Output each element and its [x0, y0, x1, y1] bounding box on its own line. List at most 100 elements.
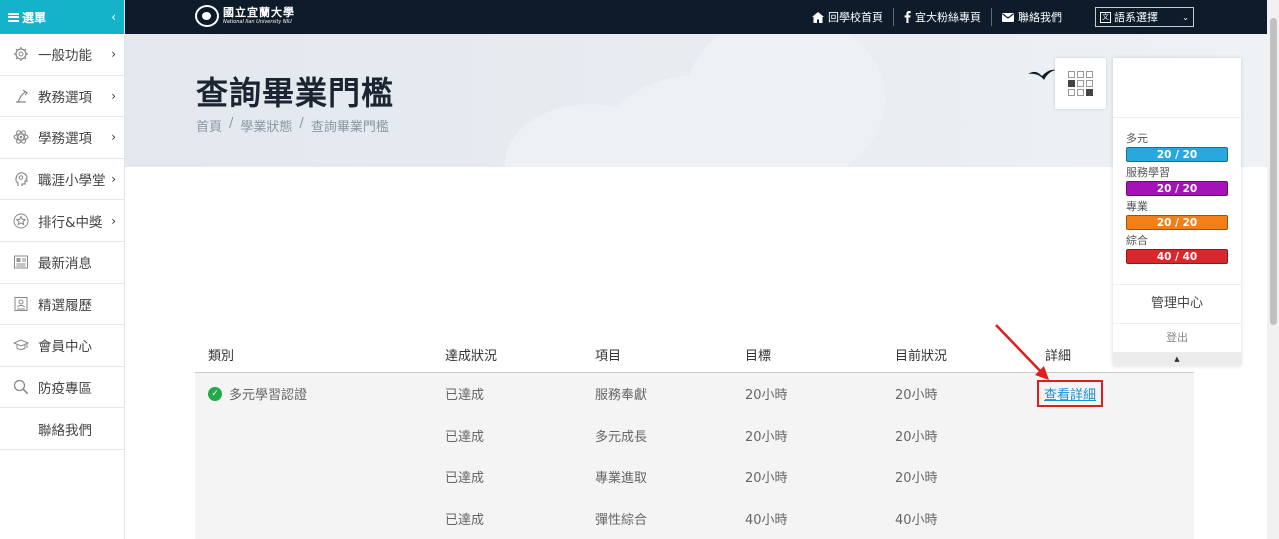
gear-icon: [12, 45, 30, 63]
header-target: 目標: [745, 348, 772, 364]
head-gear-icon: [12, 170, 30, 188]
sidebar-item-news[interactable]: 最新消息: [0, 242, 124, 284]
hamburger-icon: [8, 12, 19, 22]
sidebar-item-label: 一般功能: [38, 48, 92, 65]
sidebar-item-career[interactable]: 職涯小學堂 ›: [0, 159, 124, 201]
scrollbar-thumb[interactable]: [1270, 18, 1277, 325]
magnifier-icon: [12, 378, 30, 396]
graduation-cap-icon: [12, 336, 30, 354]
header-detail: 詳細: [1045, 348, 1072, 364]
panel-avatar-area: [1113, 58, 1241, 118]
newspaper-icon: [12, 253, 30, 271]
breadcrumb-separator: /: [299, 116, 304, 131]
mail-icon: [1002, 12, 1014, 22]
stat-bar-professional: 20 / 20: [1126, 215, 1228, 230]
sidebar-item-label: 精選履歷: [38, 297, 92, 314]
sidebar-item-label: 學務選項: [38, 131, 92, 148]
header-category: 類別: [208, 348, 235, 364]
logo-name: 國立宜蘭大學: [223, 6, 295, 19]
chevron-right-icon: ›: [111, 172, 116, 187]
nav-link-fanpage[interactable]: 宜大粉絲專頁: [894, 8, 992, 26]
chevron-right-icon: ›: [111, 213, 116, 228]
breadcrumb-home[interactable]: 首頁: [196, 116, 222, 135]
atom-icon: [12, 128, 30, 146]
stat-bar-general: 40 / 40: [1126, 249, 1228, 264]
sidebar-item-member[interactable]: 會員中心: [0, 325, 124, 367]
page-title: 查詢畢業門檻: [196, 74, 395, 112]
chevron-right-icon: ›: [111, 88, 116, 103]
current-cell: 20小時: [895, 429, 938, 445]
top-navbar: 國立宜蘭大學 National Ilan University NIU 回學校首…: [125, 0, 1267, 34]
sidebar-title: 選單: [22, 10, 47, 25]
current-cell: 20小時: [895, 471, 938, 487]
nav-link-label: 聯絡我們: [1018, 11, 1062, 24]
sidebar: 選單 ‹ 一般功能 › 教務選項 › 學務選項 › 職涯小學堂 › 排行&中獎: [0, 0, 125, 539]
stat-label-diverse: 多元: [1126, 132, 1148, 145]
sidebar-item-label: 會員中心: [38, 339, 92, 356]
sidebar-header[interactable]: 選單 ‹: [0, 0, 124, 34]
item-cell: 服務奉獻: [595, 388, 648, 404]
status-cell: 已達成: [445, 388, 485, 404]
language-select-value: 語系選擇: [1114, 11, 1158, 24]
nav-link-label: 回學校首頁: [828, 11, 883, 24]
table-row: 已達成 專業進取 20小時 20小時: [195, 456, 1194, 498]
breadcrumb-academic-status[interactable]: 學業狀態: [240, 116, 292, 135]
chevron-down-icon: ⌄: [1182, 12, 1189, 22]
university-logo[interactable]: 國立宜蘭大學 National Ilan University NIU: [195, 5, 295, 27]
item-cell: 彈性綜合: [595, 512, 648, 528]
sidebar-item-ranking[interactable]: 排行&中獎 ›: [0, 200, 124, 242]
facebook-icon: [904, 11, 911, 23]
chevron-right-icon: ›: [111, 130, 116, 145]
item-cell: 專業進取: [595, 471, 648, 487]
nav-link-contact[interactable]: 聯絡我們: [992, 8, 1072, 26]
home-icon: [812, 11, 824, 23]
sidebar-item-epidemic[interactable]: 防疫專區: [0, 367, 124, 409]
page-scrollbar[interactable]: [1267, 0, 1279, 539]
chevron-right-icon: ›: [111, 47, 116, 62]
table-row: 已達成 多元成長 20小時 20小時: [195, 415, 1194, 457]
sidebar-item-label: 最新消息: [38, 256, 92, 273]
sidebar-item-label: 排行&中獎: [38, 214, 103, 231]
sidebar-item-academic[interactable]: 教務選項 ›: [0, 76, 124, 118]
current-cell: 20小時: [895, 388, 938, 404]
sidebar-item-label: 職涯小學堂: [38, 173, 106, 190]
apps-grid-button[interactable]: [1055, 58, 1106, 109]
check-circle-icon: ✓: [208, 386, 222, 401]
nav-link-label: 宜大粉絲專頁: [915, 11, 981, 24]
target-cell: 20小時: [745, 471, 788, 487]
view-details-link[interactable]: 查看詳細: [1037, 380, 1104, 408]
target-cell: 20小時: [745, 429, 788, 445]
language-select[interactable]: 文 語系選擇 ⌄: [1095, 7, 1194, 27]
item-cell: 多元成長: [595, 429, 648, 445]
logo-emblem-icon: [195, 5, 219, 27]
stat-bar-diverse: 20 / 20: [1126, 147, 1228, 162]
sidebar-item-resume[interactable]: 精選履歷: [0, 284, 124, 326]
stat-label-general: 綜合: [1126, 234, 1148, 247]
desk-lamp-icon: [12, 87, 30, 105]
header-item: 項目: [595, 348, 622, 364]
target-cell: 20小時: [745, 388, 788, 404]
breadcrumb-separator: /: [229, 116, 234, 131]
current-cell: 40小時: [895, 512, 938, 528]
status-cell: 已達成: [445, 512, 485, 528]
collapse-chevron-icon[interactable]: ‹: [111, 10, 116, 24]
annotation-arrow-icon: [995, 324, 1049, 380]
stat-bar-service: 20 / 20: [1126, 181, 1228, 196]
logo-subtitle: National Ilan University NIU: [223, 19, 292, 25]
star-badge-icon: [12, 212, 30, 230]
translate-icon: 文: [1100, 11, 1111, 23]
category-name: 多元學習認證: [229, 388, 308, 404]
status-cell: 已達成: [445, 429, 485, 445]
sidebar-item-contact[interactable]: 聯絡我們: [0, 408, 124, 450]
breadcrumb-current: 查詢畢業門檻: [310, 120, 389, 135]
sidebar-item-student-affairs[interactable]: 學務選項 ›: [0, 117, 124, 159]
sidebar-item-label: 防疫專區: [38, 381, 92, 398]
nav-link-school-home[interactable]: 回學校首頁: [802, 8, 894, 26]
sidebar-item-label: 聯絡我們: [38, 422, 92, 439]
admin-center-link[interactable]: 管理中心: [1113, 284, 1241, 322]
header-status: 達成狀況: [445, 348, 498, 364]
bird-decoration-icon: [1028, 69, 1056, 80]
stats-panel: 多元 20 / 20 服務學習 20 / 20 專業 20 / 20 綜合 40…: [1113, 58, 1241, 366]
sidebar-item-general[interactable]: 一般功能 ›: [0, 34, 124, 76]
stat-label-professional: 專業: [1126, 200, 1148, 213]
